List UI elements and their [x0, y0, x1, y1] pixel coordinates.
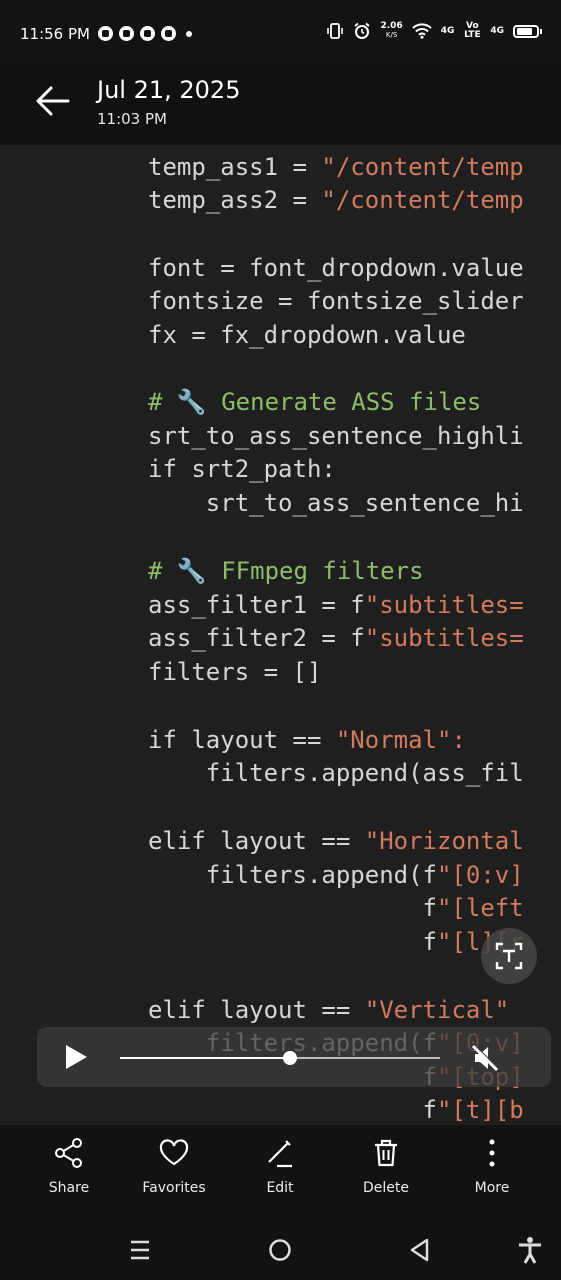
notification-icons [98, 26, 192, 41]
seek-progress [120, 1057, 290, 1059]
code-line: ass_filter2 = f"subtitles= [148, 624, 524, 652]
code-line: srt_to_ass_sentence_highli [148, 422, 524, 450]
media-icon [161, 26, 176, 41]
code-line: ass_filter1 = f"subtitles= [148, 591, 524, 619]
text-extract-button[interactable] [481, 928, 537, 984]
chat-icon [98, 26, 113, 41]
code-line: temp_ass2 = "/content/temp [148, 186, 524, 214]
system-nav-bar [0, 1220, 561, 1280]
code-line: font = font_dropdown.value [148, 254, 524, 282]
action-bar: Share Favorites Edit Delete More [0, 1125, 561, 1220]
back-arrow-icon[interactable] [34, 84, 72, 118]
code-line: srt_to_ass_sentence_hi [148, 489, 524, 517]
battery-icon [513, 24, 542, 38]
delete-button[interactable]: Delete [336, 1137, 436, 1196]
share-button[interactable]: Share [19, 1137, 119, 1196]
home-icon[interactable] [266, 1236, 294, 1264]
code-line: f"[t][b [148, 1096, 524, 1124]
trash-icon [375, 1139, 397, 1167]
edit-button[interactable]: Edit [230, 1137, 330, 1196]
status-time: 11:56 PM [20, 25, 90, 43]
play-icon[interactable] [63, 1044, 89, 1070]
share-icon [55, 1138, 82, 1168]
code-line: elif layout == "Horizontal [148, 827, 524, 855]
seek-handle[interactable] [282, 1051, 297, 1065]
code-line: if srt2_path: [148, 455, 336, 483]
code-line: # 🔧 Generate ASS files [148, 388, 482, 416]
favorites-button[interactable]: Favorites [124, 1137, 224, 1196]
code-line: temp_ass1 = "/content/temp [148, 153, 524, 181]
signal-4g-1: 4G [440, 25, 455, 36]
code-line: f"[left [148, 894, 524, 922]
app-icon [119, 26, 134, 41]
code-line: filters = [] [148, 658, 322, 686]
code-line: elif layout == "Vertical" [148, 996, 510, 1024]
code-line: if layout == "Normal": [148, 726, 466, 754]
code-line: filters.append(ass_fil [148, 759, 524, 787]
signal-4g-2: 4G [490, 25, 504, 36]
vibrate-icon [327, 23, 344, 39]
more-notifications-icon [186, 30, 192, 37]
back-nav-icon[interactable] [406, 1236, 434, 1264]
seek-bar[interactable] [120, 1051, 440, 1065]
messenger-icon [140, 26, 155, 41]
capture-time: 11:03 PM [97, 110, 167, 128]
video-controls [37, 1027, 551, 1087]
wifi-icon [411, 23, 432, 39]
code-line: fx = fx_dropdown.value [148, 321, 466, 349]
text-scan-icon [495, 942, 523, 970]
code-line: filters.append(f"[0:v] [148, 861, 524, 889]
heart-icon [159, 1139, 189, 1166]
recent-apps-icon[interactable] [126, 1236, 154, 1264]
video-frame[interactable]: temp_ass1 = "/content/temp temp_ass2 = "/… [0, 145, 561, 1125]
code-line: f"[l][r [148, 928, 524, 956]
alarm-icon [354, 22, 371, 39]
network-speed: 2.06 K/S [380, 21, 403, 40]
code-line: fontsize = fontsize_slider [148, 287, 524, 315]
capture-date: Jul 21, 2025 [97, 76, 241, 104]
system-status: 2.06 K/S 4G Vo LTE 4G [326, 21, 542, 40]
edit-pencil-icon [268, 1140, 292, 1168]
volte-label: Vo LTE [464, 21, 481, 40]
more-vertical-icon [489, 1139, 495, 1167]
accessibility-icon[interactable] [516, 1236, 544, 1264]
mute-icon[interactable] [469, 1042, 501, 1074]
more-button[interactable]: More [442, 1137, 542, 1196]
code-line: # 🔧 FFmpeg filters [148, 557, 424, 585]
viewer-header: Jul 21, 2025 11:03 PM [0, 70, 561, 145]
status-bar: 11:56 PM 2.06 K/S 4G Vo LTE 4G [0, 0, 561, 70]
